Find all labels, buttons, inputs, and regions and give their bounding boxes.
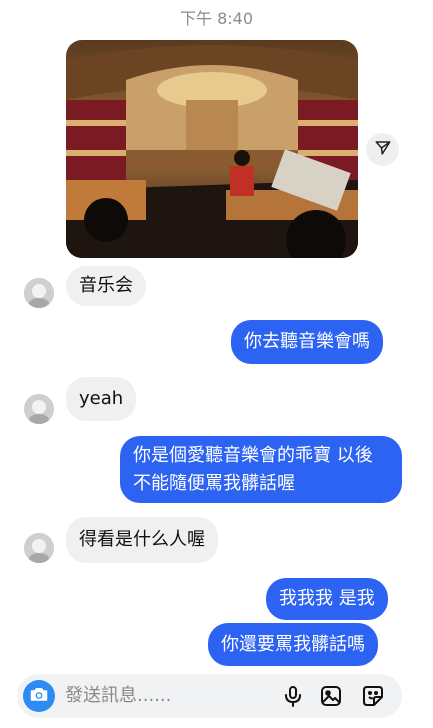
- avatar[interactable]: [24, 533, 54, 563]
- message-composer[interactable]: 發送訊息......: [17, 674, 402, 718]
- camera-button[interactable]: [23, 680, 55, 712]
- message-incoming[interactable]: 得看是什么人喔: [66, 517, 218, 563]
- message-input[interactable]: 發送訊息......: [65, 674, 171, 718]
- avatar[interactable]: [24, 394, 54, 424]
- message-outgoing[interactable]: 你是個愛聽音樂會的乖寶 以後不能隨便罵我髒話喔: [120, 436, 402, 503]
- message-outgoing[interactable]: 你去聽音樂會嗎: [231, 320, 383, 364]
- gallery-icon[interactable]: [319, 684, 343, 708]
- message-outgoing[interactable]: 你還要罵我髒話嗎: [208, 623, 378, 666]
- message-outgoing[interactable]: 我我我 是我: [266, 578, 388, 620]
- camera-icon: [30, 686, 48, 706]
- timestamp: 下午 8:40: [179, 9, 254, 28]
- share-button[interactable]: [366, 133, 399, 166]
- message-incoming[interactable]: 音乐会: [66, 266, 146, 306]
- avatar[interactable]: [24, 278, 54, 308]
- send-icon: [374, 139, 392, 161]
- sticker-icon[interactable]: [361, 684, 385, 708]
- mic-icon[interactable]: [281, 684, 305, 708]
- message-incoming[interactable]: yeah: [66, 377, 137, 421]
- concert-hall-photo[interactable]: [66, 40, 358, 258]
